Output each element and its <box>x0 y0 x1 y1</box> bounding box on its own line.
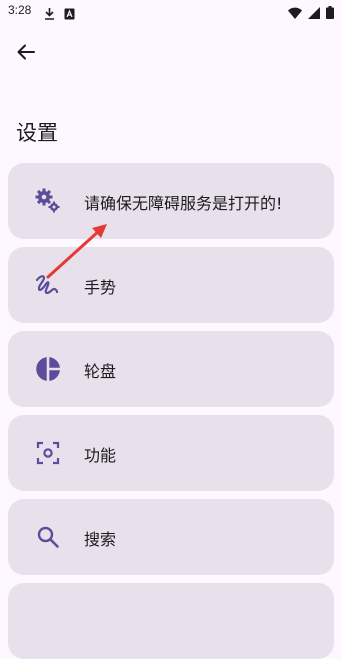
wheel-card[interactable]: 轮盘 <box>8 331 334 407</box>
arrow-back-icon <box>16 42 36 66</box>
search-icon <box>32 521 64 553</box>
function-label: 功能 <box>84 446 117 465</box>
search-card[interactable]: 搜索 <box>8 499 334 575</box>
notification-a-icon <box>64 5 75 24</box>
gears-icon <box>32 185 64 217</box>
accessibility-notice-label: 请确保无障碍服务是打开的! <box>84 194 283 213</box>
next-card-partial[interactable] <box>8 583 334 659</box>
search-label: 搜索 <box>84 530 117 549</box>
download-icon <box>44 5 55 24</box>
signal-icon <box>308 4 320 23</box>
page-title: 设置 <box>16 121 58 145</box>
function-card[interactable]: 功能 <box>8 415 334 491</box>
battery-icon <box>326 4 334 23</box>
wifi-icon <box>288 4 302 23</box>
wheel-label: 轮盘 <box>84 362 117 381</box>
gesture-label: 手势 <box>84 278 117 297</box>
back-button[interactable] <box>12 40 40 68</box>
status-time: 3:28 <box>8 3 32 17</box>
gesture-card[interactable]: 手势 <box>8 247 334 323</box>
status-bar: 3:28 <box>0 0 342 24</box>
pie-icon <box>32 353 64 385</box>
focus-icon <box>32 437 64 469</box>
accessibility-notice-card[interactable]: 请确保无障碍服务是打开的! <box>8 163 334 239</box>
gesture-icon <box>32 269 64 301</box>
